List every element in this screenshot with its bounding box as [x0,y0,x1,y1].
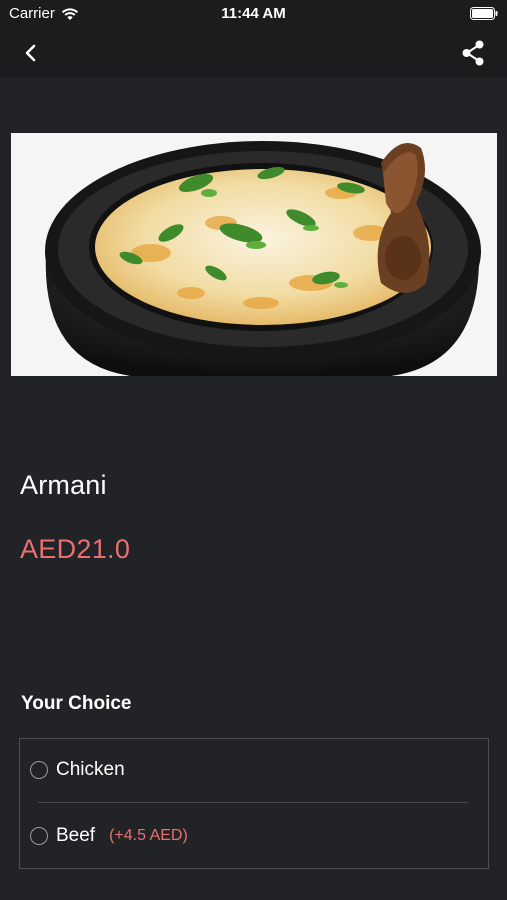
choice-option-label: Chicken [56,759,125,780]
choice-options-box: Chicken Beef (+4.5 AED) [19,738,489,869]
item-name: Armani [20,470,107,500]
item-price: AED21.0 [20,534,131,564]
divider [38,802,468,803]
status-time: 11:44 AM [221,5,286,22]
food-image [11,133,497,376]
share-button[interactable] [459,39,487,67]
radio-button[interactable] [30,761,48,779]
radio-button[interactable] [30,827,48,845]
choice-option-label: Beef [56,825,96,846]
chevron-left-icon [25,44,36,62]
choice-option-chicken[interactable]: Chicken [30,750,470,790]
share-icon [462,40,484,66]
navigation-bar [0,28,507,78]
choice-option-beef[interactable]: Beef (+4.5 AED) [30,816,470,856]
status-bar: Carrier 11:44 AM [0,0,507,28]
choice-option-extra-price: (+4.5 AED) [109,827,188,844]
battery-icon [470,7,498,20]
product-detail-screen: Carrier 11:44 AM Armani AED21.0 Your Cho… [0,0,507,900]
back-button[interactable] [18,40,44,66]
biryani-pot-illustration [11,133,497,376]
choice-heading: Your Choice [21,693,132,714]
